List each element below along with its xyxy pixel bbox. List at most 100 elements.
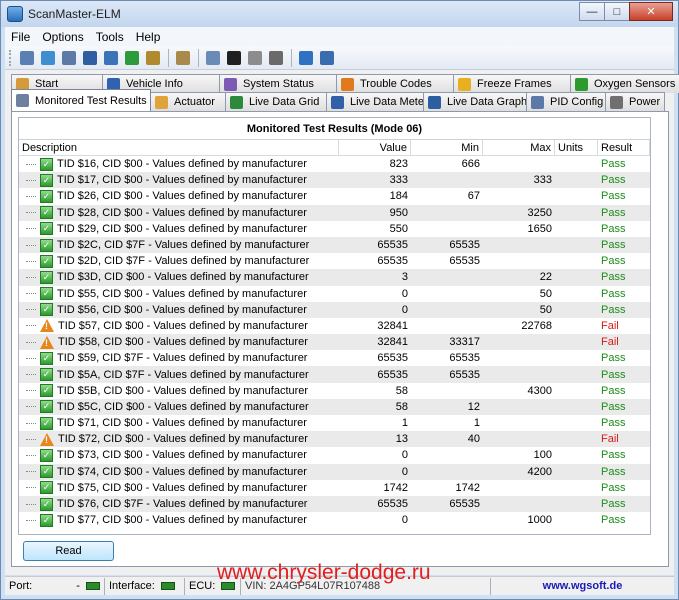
comment-toolbar-button[interactable]: [203, 48, 223, 68]
table-row[interactable]: ✓ TID $28, CID $00 - Values defined by ma…: [19, 204, 650, 221]
table-row[interactable]: ✓ TID $76, CID $7F - Values defined by ma…: [19, 495, 650, 513]
row-value: 3: [401, 271, 408, 284]
row-max: 4300: [527, 384, 552, 397]
column-value[interactable]: Value: [339, 140, 411, 155]
document-toolbar-button[interactable]: [59, 48, 79, 68]
row-min: 1742: [455, 481, 480, 494]
table-row[interactable]: ✓ TID $5A, CID $7F - Values defined by ma…: [19, 366, 650, 383]
menu-tools[interactable]: Tools: [90, 30, 130, 44]
table-row[interactable]: ✓ TID $17, CID $00 - Values defined by ma…: [19, 172, 650, 189]
row-description: ✓ TID $71, CID $00 - Values defined by ma…: [19, 415, 339, 431]
table-row[interactable]: ✓ TID $29, CID $00 - Values defined by ma…: [19, 221, 650, 237]
column-min[interactable]: Min: [411, 140, 483, 155]
title-bar[interactable]: ScanMaster-ELM — □ ✕: [1, 1, 678, 27]
table-row[interactable]: ✓ TID $59, CID $7F - Values defined by ma…: [19, 350, 650, 366]
row-description: ✓ TID $55, CID $00 - Values defined by ma…: [19, 286, 339, 302]
main-window: ScanMaster-ELM — □ ✕ File Options Tools …: [0, 0, 679, 600]
menu-options[interactable]: Options: [36, 30, 89, 44]
battery-toolbar-button[interactable]: [245, 48, 265, 68]
row-value: 32841: [377, 319, 408, 332]
wgsoft-link[interactable]: www.wgsoft.de: [543, 580, 623, 592]
row-description-text: TID $5B, CID $00 - Values defined by man…: [57, 384, 309, 397]
table-row[interactable]: ✓ TID $5B, CID $00 - Values defined by ma…: [19, 383, 650, 399]
interface-label: Interface:: [109, 580, 155, 592]
row-description: ✓ TID $5C, CID $00 - Values defined by ma…: [19, 399, 339, 415]
table-row[interactable]: ✓ TID $16, CID $00 - Values defined by ma…: [19, 156, 650, 172]
globe-toolbar-button[interactable]: [38, 48, 58, 68]
table-header: Description Value Min Max Units Result: [19, 140, 650, 156]
tab-live-data-grid[interactable]: Live Data Grid: [225, 92, 327, 111]
row-description-text: TID $2D, CID $7F - Values defined by man…: [57, 255, 310, 268]
table-row[interactable]: ✓ TID $2D, CID $7F - Values defined by ma…: [19, 253, 650, 269]
table-row[interactable]: ✓ TID $74, CID $00 - Values defined by ma…: [19, 463, 650, 480]
maximize-button[interactable]: □: [604, 2, 630, 21]
grid-toolbar-button[interactable]: [80, 48, 100, 68]
toolbar-separator: [291, 48, 292, 67]
row-min: 666: [461, 158, 480, 171]
table-row[interactable]: ✓ TID $77, CID $00 - Values defined by ma…: [19, 512, 650, 528]
tab-trouble-codes[interactable]: Trouble Codes: [336, 74, 454, 93]
read-button[interactable]: Read: [23, 541, 114, 561]
pass-check-icon: ✓: [40, 513, 53, 527]
table-row[interactable]: ✓ TID $26, CID $00 - Values defined by ma…: [19, 188, 650, 204]
column-units[interactable]: Units: [555, 140, 598, 155]
table-row[interactable]: ! TID $57, CID $00 - Values defined by ma…: [19, 318, 650, 334]
table-row[interactable]: ! TID $72, CID $00 - Values defined by ma…: [19, 431, 650, 448]
pass-check-icon: ✓: [40, 465, 53, 479]
table-row[interactable]: ✓ TID $75, CID $00 - Values defined by ma…: [19, 480, 650, 496]
table-row[interactable]: ✓ TID $73, CID $00 - Values defined by ma…: [19, 447, 650, 463]
chart-toolbar-button[interactable]: [101, 48, 121, 68]
connect-toolbar-button[interactable]: [17, 48, 37, 68]
tab-power[interactable]: Power: [605, 92, 665, 111]
menu-file[interactable]: File: [5, 30, 36, 44]
power-toolbar-button[interactable]: [266, 48, 286, 68]
minimize-button[interactable]: —: [579, 2, 605, 21]
row-value: 1742: [383, 481, 408, 494]
tab-label: Live Data Meter: [350, 96, 428, 108]
menu-bar: File Options Tools Help: [5, 27, 674, 46]
table-row[interactable]: ✓ TID $55, CID $00 - Values defined by ma…: [19, 286, 650, 302]
tab-actuator[interactable]: Actuator: [150, 92, 226, 111]
port-label: Port:: [9, 580, 33, 592]
row-description: ✓ TID $56, CID $00 - Values defined by ma…: [19, 302, 339, 318]
tree-connector: [26, 195, 36, 197]
toolbar-grip[interactable]: [9, 49, 13, 66]
dollar-toolbar-button[interactable]: [143, 48, 163, 68]
terminal-toolbar-button[interactable]: [224, 48, 244, 68]
info-toolbar-button[interactable]: [296, 48, 316, 68]
row-description: ! TID $58, CID $00 - Values defined by ma…: [19, 334, 339, 350]
tab-monitored-test-results[interactable]: Monitored Test Results: [11, 89, 151, 111]
column-result[interactable]: Result: [598, 140, 650, 155]
row-max: 100: [533, 449, 552, 462]
menu-help[interactable]: Help: [130, 30, 167, 44]
tab-live-data-meter[interactable]: Live Data Meter: [326, 92, 428, 111]
tab-system-status[interactable]: System Status: [219, 74, 337, 93]
table-row[interactable]: ✓ TID $56, CID $00 - Values defined by ma…: [19, 301, 650, 318]
row-description: ✓ TID $5A, CID $7F - Values defined by ma…: [19, 367, 339, 383]
close-button[interactable]: ✕: [629, 2, 673, 21]
table-row[interactable]: ✓ TID $2C, CID $7F - Values defined by ma…: [19, 236, 650, 254]
table-row[interactable]: ! TID $58, CID $00 - Values defined by ma…: [19, 334, 650, 351]
clipboard-toolbar-button[interactable]: [173, 48, 193, 68]
interface-led-icon: [160, 582, 175, 590]
tab-freeze-frames[interactable]: Freeze Frames: [453, 74, 571, 93]
report-toolbar-button[interactable]: [122, 48, 142, 68]
row-result: Pass: [601, 514, 626, 527]
pass-check-icon: ✓: [40, 481, 53, 495]
row-min: 65535: [449, 255, 480, 268]
exit-toolbar-button[interactable]: [317, 48, 337, 68]
table-row[interactable]: ✓ TID $71, CID $00 - Values defined by ma…: [19, 415, 650, 431]
tab-oxygen-sensors[interactable]: Oxygen Sensors: [570, 74, 679, 93]
results-table: Monitored Test Results (Mode 06) Descrip…: [18, 117, 651, 535]
table-row[interactable]: ✓ TID $3D, CID $00 - Values defined by ma…: [19, 269, 650, 286]
row-result: Fail: [601, 336, 619, 349]
table-row[interactable]: ✓ TID $5C, CID $00 - Values defined by ma…: [19, 398, 650, 415]
row-result: Pass: [601, 449, 626, 462]
tab-label: Trouble Codes: [360, 78, 432, 90]
pass-check-icon: ✓: [40, 303, 53, 317]
tab-pid-config[interactable]: PID Config: [526, 92, 606, 111]
column-description[interactable]: Description: [19, 140, 339, 155]
column-max[interactable]: Max: [483, 140, 555, 155]
row-value: 950: [389, 206, 408, 219]
tab-live-data-graph[interactable]: Live Data Graph: [423, 92, 527, 111]
